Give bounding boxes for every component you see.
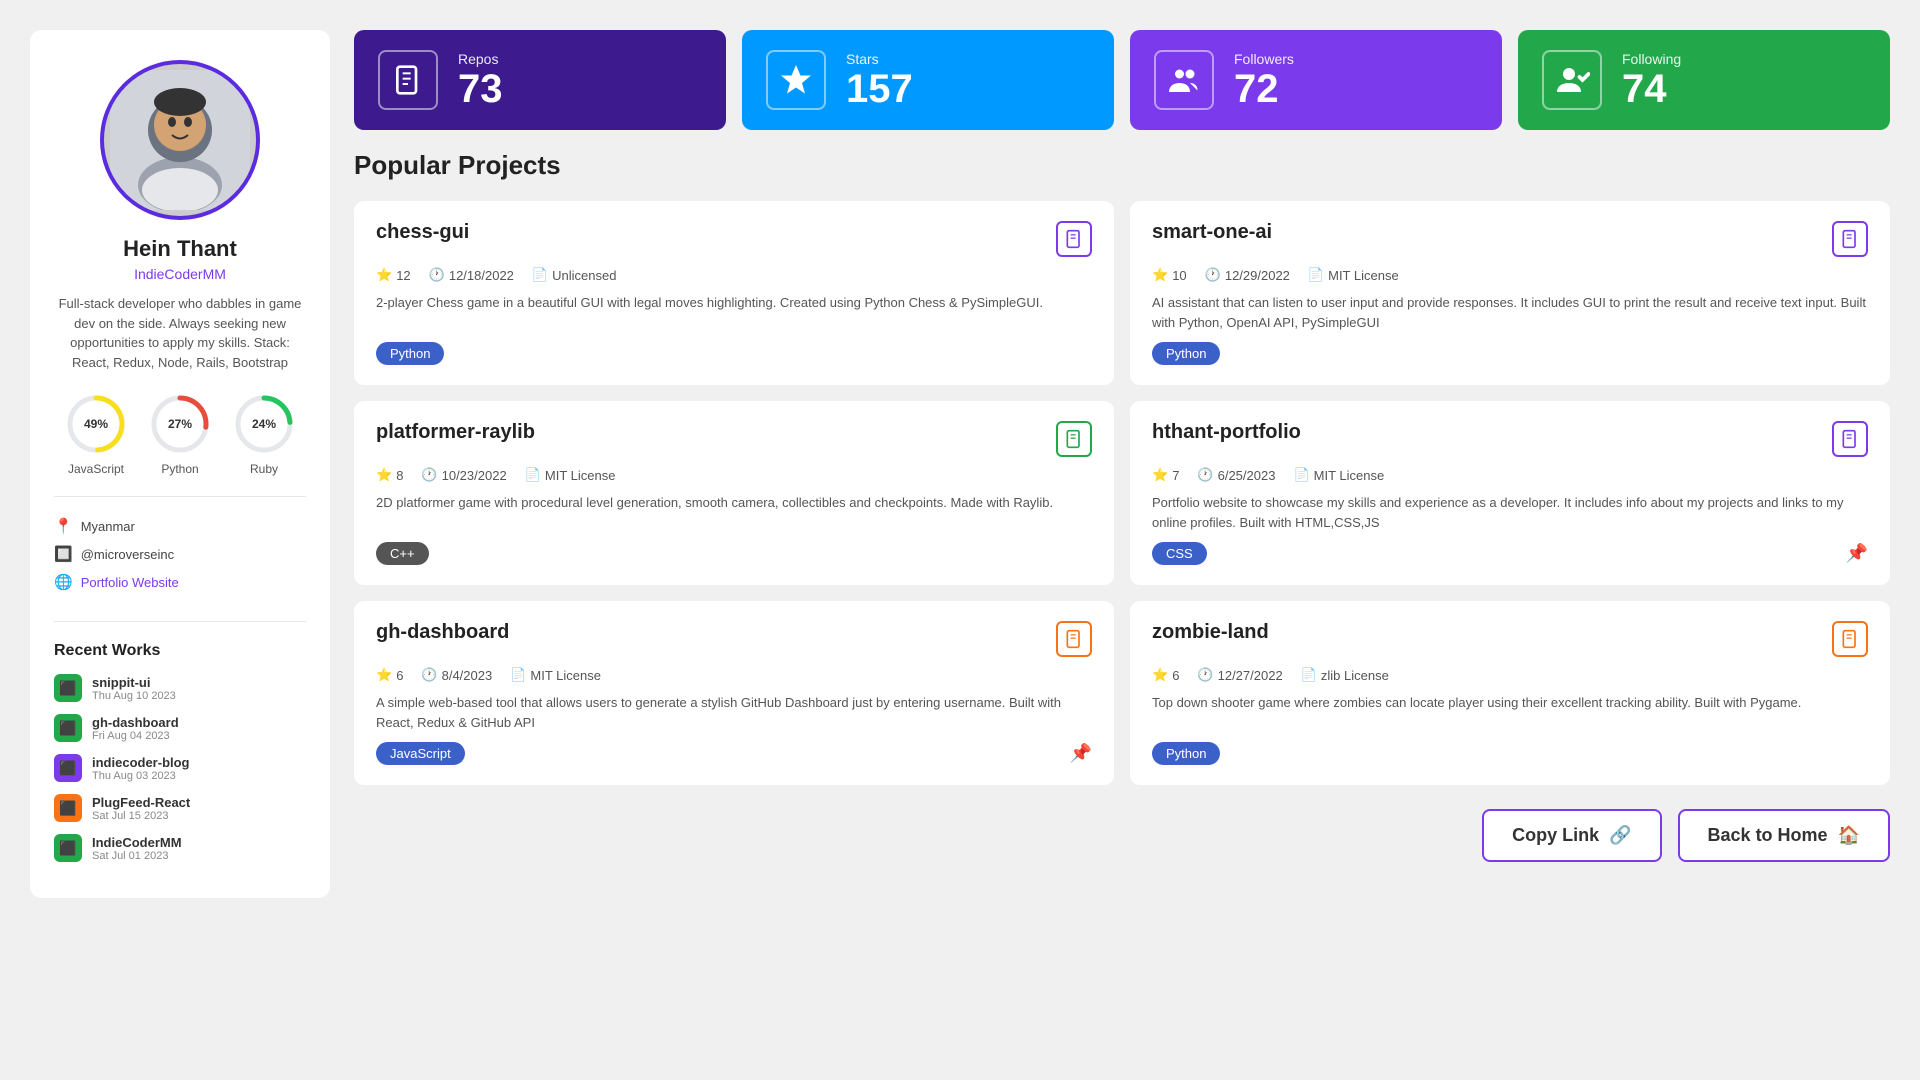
location-row: 📍 Myanmar bbox=[54, 517, 306, 535]
project-card-platformer-raylib: platformer-raylib ⭐ 8 🕐 10/23/2022 📄 MIT… bbox=[354, 401, 1114, 585]
pin-icon-portfolio: 📌 bbox=[1846, 543, 1868, 564]
twitter-row: 🔲 @microverseinc bbox=[54, 545, 306, 563]
twitter-icon: 🔲 bbox=[54, 545, 73, 563]
recent-icon-0: ⬛ bbox=[54, 674, 82, 702]
repo-icon-gh-dashboard bbox=[1056, 621, 1092, 657]
repo-icon-platformer-raylib bbox=[1056, 421, 1092, 457]
recent-item-3: ⬛ PlugFeed-React Sat Jul 15 2023 bbox=[54, 794, 306, 822]
stats-row: Repos 73 Stars 157 bbox=[354, 30, 1890, 130]
stars-icon bbox=[766, 50, 826, 110]
repos-icon bbox=[378, 50, 438, 110]
profile-bio: Full-stack developer who dabbles in game… bbox=[54, 294, 306, 372]
recent-icon-3: ⬛ bbox=[54, 794, 82, 822]
project-card-chess-gui: chess-gui ⭐ 12 🕐 12/18/2022 📄 Unlicensed… bbox=[354, 201, 1114, 385]
recent-item-4: ⬛ IndieCoderMM Sat Jul 01 2023 bbox=[54, 834, 306, 862]
recent-icon-4: ⬛ bbox=[54, 834, 82, 862]
location-icon: 📍 bbox=[54, 517, 73, 535]
website-link[interactable]: Portfolio Website bbox=[81, 575, 179, 590]
back-to-home-button[interactable]: Back to Home 🏠 bbox=[1678, 809, 1890, 862]
projects-grid: chess-gui ⭐ 12 🕐 12/18/2022 📄 Unlicensed… bbox=[354, 201, 1890, 785]
stat-card-stars: Stars 157 bbox=[742, 30, 1114, 130]
project-card-hthant-portfolio: hthant-portfolio ⭐ 7 🕐 6/25/2023 📄 MIT L… bbox=[1130, 401, 1890, 585]
repo-icon-smart-one-ai bbox=[1832, 221, 1868, 257]
divider-2 bbox=[54, 621, 306, 622]
divider bbox=[54, 496, 306, 497]
pin-icon-gh-dashboard: 📌 bbox=[1070, 743, 1092, 764]
recent-item-1: ⬛ gh-dashboard Fri Aug 04 2023 bbox=[54, 714, 306, 742]
repo-icon-zombie-land bbox=[1832, 621, 1868, 657]
skill-circle-javascript: 49% bbox=[64, 392, 128, 456]
avatar bbox=[100, 60, 260, 220]
repo-icon-hthant-portfolio bbox=[1832, 421, 1868, 457]
recent-icon-1: ⬛ bbox=[54, 714, 82, 742]
stat-card-following: Following 74 bbox=[1518, 30, 1890, 130]
recent-works-title: Recent Works bbox=[54, 642, 306, 660]
globe-icon: 🌐 bbox=[54, 573, 73, 591]
profile-username: IndieCoderMM bbox=[134, 266, 226, 282]
following-icon bbox=[1542, 50, 1602, 110]
skill-javascript: 49% JavaScript bbox=[64, 392, 128, 476]
skill-circle-ruby: 24% bbox=[232, 392, 296, 456]
stat-card-repos: Repos 73 bbox=[354, 30, 726, 130]
project-card-smart-one-ai: smart-one-ai ⭐ 10 🕐 12/29/2022 📄 MIT Lic… bbox=[1130, 201, 1890, 385]
popular-projects-title: Popular Projects bbox=[354, 150, 1890, 181]
skill-circle-python: 27% bbox=[148, 392, 212, 456]
project-card-zombie-land: zombie-land ⭐ 6 🕐 12/27/2022 📄 zlib Lice… bbox=[1130, 601, 1890, 785]
link-icon: 🔗 bbox=[1609, 825, 1631, 846]
skill-ruby: 24% Ruby bbox=[232, 392, 296, 476]
right-panel: Repos 73 Stars 157 bbox=[354, 30, 1890, 862]
project-card-gh-dashboard: gh-dashboard ⭐ 6 🕐 8/4/2023 📄 MIT Licens… bbox=[354, 601, 1114, 785]
repo-icon-chess-gui bbox=[1056, 221, 1092, 257]
home-icon: 🏠 bbox=[1838, 825, 1860, 846]
recent-item-2: ⬛ indiecoder-blog Thu Aug 03 2023 bbox=[54, 754, 306, 782]
left-panel: Hein Thant IndieCoderMM Full-stack devel… bbox=[30, 30, 330, 898]
followers-icon bbox=[1154, 50, 1214, 110]
recent-item-0: ⬛ snippit-ui Thu Aug 10 2023 bbox=[54, 674, 306, 702]
stat-card-followers: Followers 72 bbox=[1130, 30, 1502, 130]
recent-icon-2: ⬛ bbox=[54, 754, 82, 782]
copy-link-button[interactable]: Copy Link 🔗 bbox=[1482, 809, 1661, 862]
bottom-buttons: Copy Link 🔗 Back to Home 🏠 bbox=[354, 809, 1890, 862]
recent-works-list: ⬛ snippit-ui Thu Aug 10 2023 ⬛ gh-dashbo… bbox=[54, 674, 306, 874]
profile-name: Hein Thant bbox=[123, 236, 237, 262]
skills-row: 49% JavaScript 27% Python 24% R bbox=[64, 392, 296, 476]
website-row: 🌐 Portfolio Website bbox=[54, 573, 306, 591]
skill-python: 27% Python bbox=[148, 392, 212, 476]
